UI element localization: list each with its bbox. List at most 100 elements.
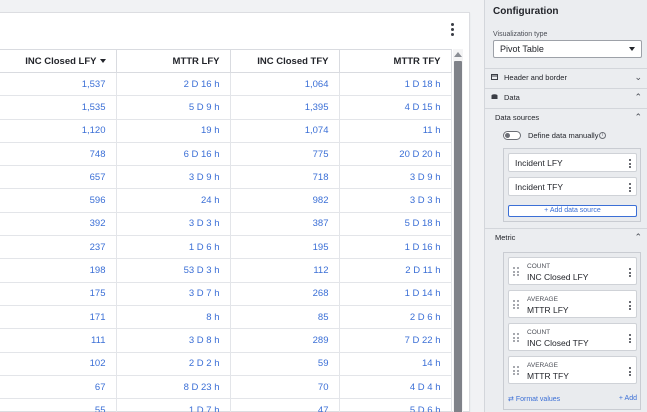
table-cell[interactable]: 1 D 18 h <box>339 72 452 97</box>
table-cell[interactable]: 7 D 22 h <box>339 328 452 353</box>
table-cell[interactable]: 112 <box>230 258 340 283</box>
table-cell[interactable]: 268 <box>230 282 340 306</box>
drag-handle-icon[interactable] <box>513 300 519 309</box>
section-metric[interactable]: Metric ⌃ <box>485 228 647 246</box>
table-cell[interactable]: 3 D 9 h <box>339 165 452 190</box>
table-cell[interactable]: 3 D 3 h <box>116 212 231 237</box>
drag-handle-icon[interactable] <box>513 267 519 276</box>
table-cell[interactable]: 3 D 9 h <box>116 165 231 190</box>
table-cell[interactable]: 289 <box>230 328 340 353</box>
data-source-item[interactable]: Incident LFY <box>508 153 637 172</box>
table-cell[interactable]: 4 D 15 h <box>339 95 452 120</box>
table-cell[interactable]: 657 <box>0 165 117 190</box>
table-cell[interactable]: 11 h <box>339 119 452 143</box>
more-icon[interactable] <box>629 367 631 376</box>
table-row: 392 3 D 3 h 387 5 D 18 h <box>0 212 452 237</box>
more-icon[interactable] <box>629 183 631 192</box>
table-cell[interactable]: 1,395 <box>230 95 340 120</box>
more-icon[interactable] <box>629 268 631 277</box>
table-cell[interactable]: 2 D 16 h <box>116 72 231 97</box>
table-cell[interactable]: 2 D 2 h <box>116 352 231 376</box>
table-cell[interactable]: 1 D 16 h <box>339 235 452 260</box>
table-cell[interactable]: 47 <box>230 398 340 412</box>
data-source-item[interactable]: Incident TFY <box>508 177 637 196</box>
table-cell[interactable]: 198 <box>0 258 117 283</box>
info-icon[interactable]: i <box>599 132 606 139</box>
table-cell[interactable]: 6 D 16 h <box>116 142 231 167</box>
table-cell[interactable]: 1 D 7 h <box>116 398 231 412</box>
table-cell[interactable]: 775 <box>230 142 340 167</box>
table-cell[interactable]: 5 D 18 h <box>339 212 452 237</box>
table-cell[interactable]: 8 h <box>116 305 231 330</box>
scrollbar-thumb[interactable] <box>454 61 462 412</box>
table-cell[interactable]: 175 <box>0 282 117 306</box>
visualization-type-select[interactable]: Pivot Table <box>493 40 642 58</box>
define-manually-toggle[interactable] <box>503 131 521 140</box>
column-header-mttr-tfy[interactable]: MTTR TFY <box>339 49 452 73</box>
metric-item[interactable]: COUNT INC Closed TFY <box>508 323 637 351</box>
table-cell[interactable]: 70 <box>230 375 340 400</box>
table-cell[interactable]: 3 D 8 h <box>116 328 231 353</box>
table-cell[interactable]: 3 D 7 h <box>116 282 231 306</box>
table-cell[interactable]: 5 D 9 h <box>116 95 231 120</box>
table-cell[interactable]: 982 <box>230 188 340 213</box>
table-cell[interactable]: 1 D 6 h <box>116 235 231 260</box>
table-cell[interactable]: 111 <box>0 328 117 353</box>
more-icon[interactable] <box>629 301 631 310</box>
metric-item[interactable]: AVERAGE MTTR TFY <box>508 356 637 384</box>
table-cell[interactable]: 59 <box>230 352 340 376</box>
table-cell[interactable]: 1,074 <box>230 119 340 143</box>
sort-caret-icon[interactable] <box>99 58 106 63</box>
drag-handle-icon[interactable] <box>513 333 519 342</box>
table-cell[interactable]: 195 <box>230 235 340 260</box>
vertical-scrollbar[interactable] <box>453 49 463 412</box>
table-cell[interactable]: 53 D 3 h <box>116 258 231 283</box>
section-data[interactable]: Data ⌃ <box>485 88 647 106</box>
configuration-panel: Configuration Visualization type Pivot T… <box>484 0 647 412</box>
table-cell[interactable]: 1,537 <box>0 72 117 97</box>
metric-item[interactable]: COUNT INC Closed LFY <box>508 257 637 285</box>
more-icon[interactable] <box>629 334 631 343</box>
section-header-and-border[interactable]: Header and border ⌄ <box>485 68 647 86</box>
table-row: 171 8 h 85 2 D 6 h <box>0 305 452 330</box>
table-cell[interactable]: 55 <box>0 398 117 412</box>
table-cell[interactable]: 387 <box>230 212 340 237</box>
table-cell[interactable]: 20 D 20 h <box>339 142 452 167</box>
table-cell[interactable]: 8 D 23 h <box>116 375 231 400</box>
section-data-sources[interactable]: Data sources ⌃ <box>485 108 647 126</box>
table-cell[interactable]: 392 <box>0 212 117 237</box>
table-cell[interactable]: 24 h <box>116 188 231 213</box>
table-cell[interactable]: 1,120 <box>0 119 117 143</box>
table-cell[interactable]: 102 <box>0 352 117 376</box>
scroll-up-icon[interactable] <box>454 52 462 57</box>
column-header-mttr-lfy[interactable]: MTTR LFY <box>116 49 231 73</box>
table-cell[interactable]: 5 D 6 h <box>339 398 452 412</box>
drag-handle-icon[interactable] <box>513 366 519 375</box>
table-cell[interactable]: 4 D 4 h <box>339 375 452 400</box>
more-icon[interactable] <box>629 159 631 168</box>
column-header-inc-closed-tfy[interactable]: INC Closed TFY <box>230 49 340 73</box>
table-cell[interactable]: 1 D 14 h <box>339 282 452 306</box>
metric-item[interactable]: AVERAGE MTTR LFY <box>508 290 637 318</box>
column-header-inc-closed-lfy[interactable]: INC Closed LFY <box>0 49 117 73</box>
table-row: 748 6 D 16 h 775 20 D 20 h <box>0 142 452 167</box>
table-cell[interactable]: 1,064 <box>230 72 340 97</box>
table-cell[interactable]: 14 h <box>339 352 452 376</box>
table-cell[interactable]: 3 D 3 h <box>339 188 452 213</box>
table-cell[interactable]: 2 D 11 h <box>339 258 452 283</box>
add-data-source-button[interactable]: + Add data source <box>508 205 637 217</box>
add-metric-link[interactable]: + Add <box>619 395 637 402</box>
table-cell[interactable]: 85 <box>230 305 340 330</box>
table-cell[interactable]: 718 <box>230 165 340 190</box>
table-cell[interactable]: 237 <box>0 235 117 260</box>
format-values-link[interactable]: ⇄ Format values <box>508 395 560 403</box>
table-cell[interactable]: 171 <box>0 305 117 330</box>
data-sources-list: Incident LFY Incident TFY + Add data sou… <box>503 148 641 222</box>
more-options-icon[interactable] <box>447 21 457 37</box>
table-cell[interactable]: 19 h <box>116 119 231 143</box>
table-cell[interactable]: 1,535 <box>0 95 117 120</box>
table-cell[interactable]: 596 <box>0 188 117 213</box>
table-cell[interactable]: 2 D 6 h <box>339 305 452 330</box>
table-cell[interactable]: 748 <box>0 142 117 167</box>
table-cell[interactable]: 67 <box>0 375 117 400</box>
